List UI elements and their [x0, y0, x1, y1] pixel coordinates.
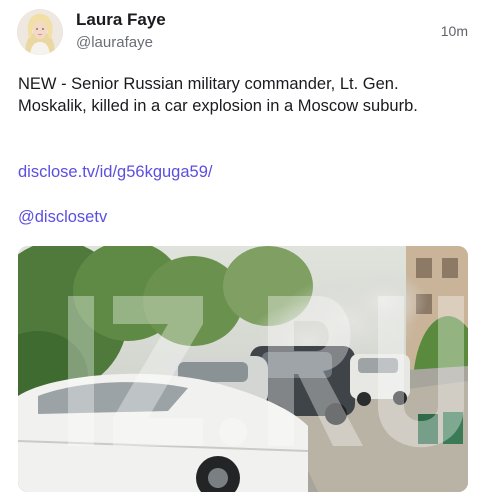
- author-handle[interactable]: @laurafaye: [76, 34, 153, 51]
- avatar-photo-icon: [17, 9, 63, 55]
- post-card: Laura Faye @laurafaye 10m NEW - Senior R…: [0, 0, 485, 500]
- author-display-name[interactable]: Laura Faye: [76, 10, 166, 30]
- video-still-image: [18, 246, 468, 492]
- avatar[interactable]: [17, 9, 63, 55]
- post-timestamp[interactable]: 10m: [441, 23, 468, 39]
- post-mention[interactable]: @disclosetv: [18, 208, 107, 227]
- post-link[interactable]: disclose.tv/id/g56kguga59/: [18, 163, 212, 182]
- post-text: NEW - Senior Russian military commander,…: [18, 75, 418, 115]
- post-media-image[interactable]: [18, 246, 468, 492]
